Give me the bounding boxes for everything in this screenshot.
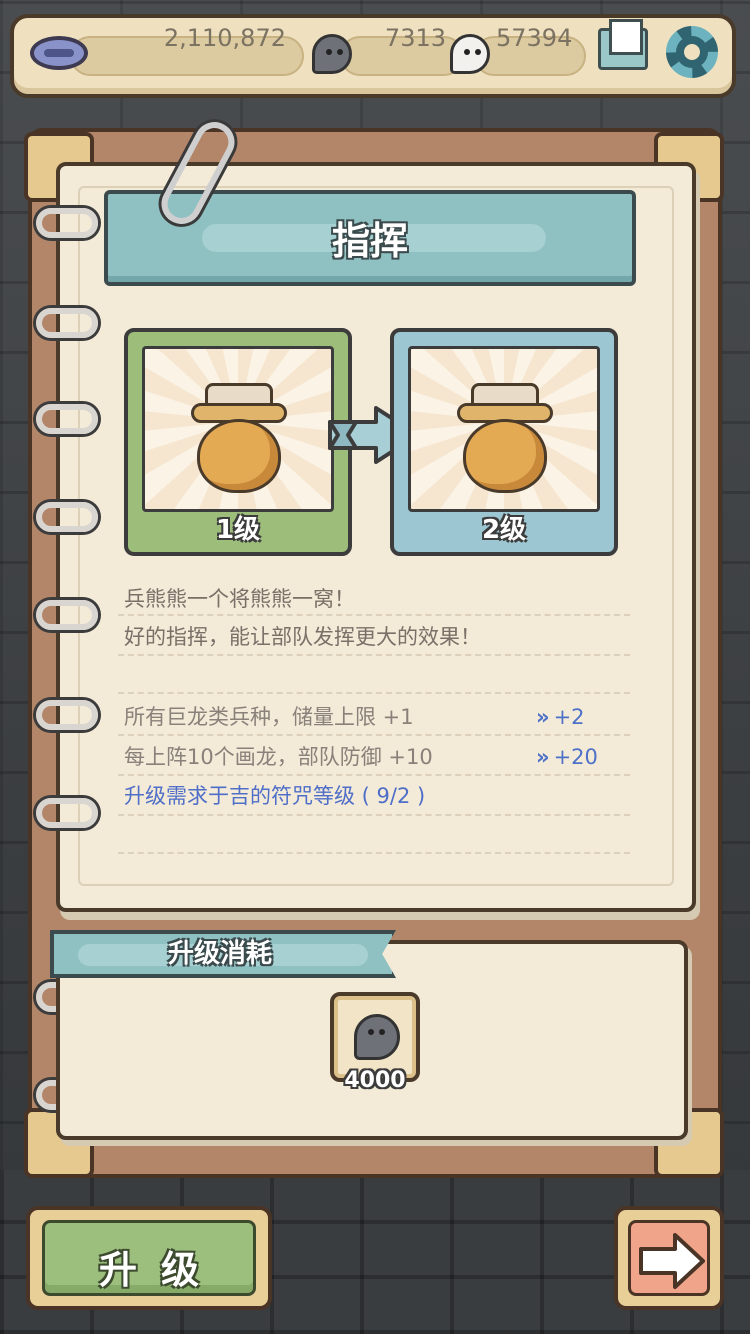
stat-line: 所有巨龙类兵种，储量上限 +1 [124,705,414,729]
gear-icon[interactable] [666,26,718,78]
binder-ring [36,700,98,730]
binder-ring [36,208,98,238]
next-button[interactable] [614,1206,724,1310]
stat-bonus: » +2 [536,705,585,729]
dark-soul-icon [312,34,352,74]
cost-title: 升级消耗 [167,939,272,969]
light-soul-icon [450,34,490,74]
current-level-label: 1级 [215,515,261,545]
card-art [142,346,334,512]
current-level-card: 1级 [124,328,352,556]
ruled-line [118,654,630,656]
dark-soul-count: 7313 [384,24,446,52]
description-line: 兵熊熊一个将熊熊一窝！ [124,587,355,611]
binder-ring [36,404,98,434]
binder-ring [36,798,98,828]
double-chevron-icon: » [536,705,549,729]
ruled-line [118,814,630,816]
mail-icon[interactable] [598,19,648,70]
jar-icon [191,383,287,493]
ruled-line [118,852,630,854]
cost-amount: 4000 [344,1068,406,1093]
dark-soul-icon [354,1014,400,1060]
card-art [408,346,600,512]
ruled-line [118,614,630,616]
requirement-text: 升级需求于吉的符咒等级 ( 9/2 ) [124,784,426,808]
next-arrow-icon [639,1233,705,1289]
ruled-line [118,734,630,736]
next-level-label: 2级 [481,515,527,545]
coin-icon [30,36,88,70]
light-soul-count: 57394 [496,24,573,52]
description-line: 好的指挥，能让部队发挥更大的效果！ [124,625,481,649]
stat-bonus: » +20 [536,745,598,769]
upgrade-button-label: 升级 [98,1248,223,1292]
stat-line: 每上阵10个画龙，部队防御 +10 [124,745,433,769]
double-chevron-icon: » [536,745,549,769]
jar-icon [457,383,553,493]
ruled-line [118,774,630,776]
next-level-card: 2级 [390,328,618,556]
binder-ring [36,308,98,338]
binder-ring [36,502,98,532]
binder-ring [36,600,98,630]
upgrade-button[interactable]: 升级 [26,1206,272,1310]
coin-count: 2,110,872 [163,24,286,52]
ruled-line [118,692,630,694]
